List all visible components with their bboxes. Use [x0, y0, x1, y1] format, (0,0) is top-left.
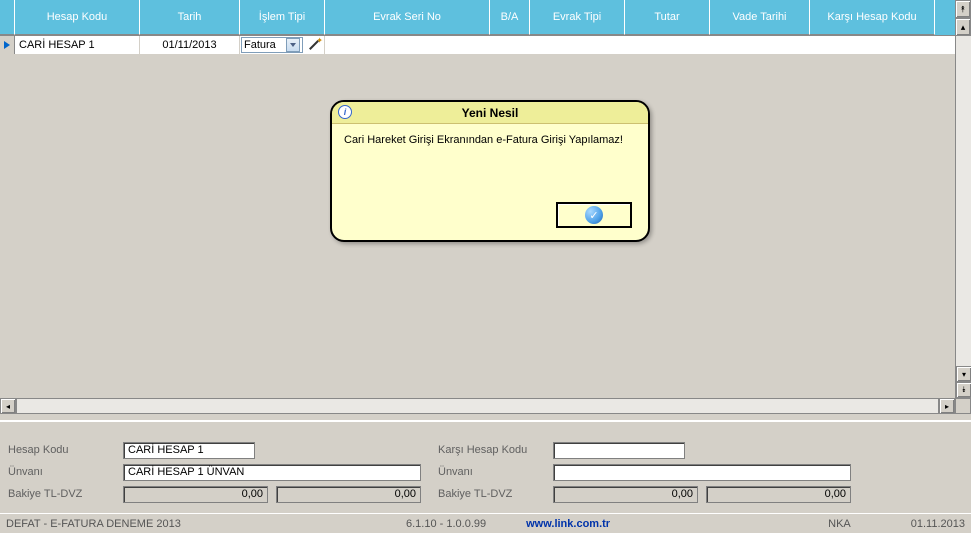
current-row-icon — [4, 41, 10, 49]
col-vade-tarihi[interactable]: Vade Tarihi — [710, 0, 810, 35]
cell-hesap-kodu[interactable]: CARİ HESAP 1 — [15, 36, 140, 54]
col-evrak-seri-no[interactable]: Evrak Seri No — [325, 0, 490, 35]
info-panel: Hesap Kodu CARİ HESAP 1 Ünvanı CARİ HESA… — [0, 420, 971, 510]
col-tutar[interactable]: Tutar — [625, 0, 710, 35]
field-unvani2[interactable] — [553, 464, 851, 481]
combo-dropdown-button[interactable] — [286, 38, 300, 52]
field-karsi-hesap-kodu[interactable] — [553, 442, 685, 459]
label-bakiye2: Bakiye TL-DVZ — [438, 488, 553, 500]
col-hesap-kodu[interactable]: Hesap Kodu — [15, 0, 140, 35]
status-version: 6.1.10 - 1.0.0.99 — [406, 518, 486, 530]
status-date: 01.11.2013 — [911, 518, 965, 530]
combo-value: Fatura — [244, 39, 276, 51]
field-bakiye2-dvz: 0,00 — [706, 486, 851, 503]
col-tarih[interactable]: Tarih — [140, 0, 240, 35]
dialog-title: Yeni Nesil — [462, 106, 519, 120]
scroll-right-button[interactable]: ▸ — [939, 398, 955, 414]
label-hesap-kodu: Hesap Kodu — [8, 444, 123, 456]
row-indicator — [0, 36, 15, 54]
field-bakiye-dvz: 0,00 — [276, 486, 421, 503]
row-selector-header — [0, 0, 15, 35]
col-ba[interactable]: B/A — [490, 0, 530, 35]
check-icon: ✓ — [585, 206, 603, 224]
label-unvani2: Ünvanı — [438, 466, 553, 478]
scroll-top-button[interactable]: ⯭ — [955, 0, 971, 18]
scroll-down-button[interactable]: ▾ — [956, 366, 971, 382]
table-row[interactable]: CARİ HESAP 1 01/11/2013 Fatura — [0, 36, 971, 54]
field-unvani[interactable]: CARİ HESAP 1 ÜNVAN — [123, 464, 421, 481]
col-islem-tipi[interactable]: İşlem Tipi — [240, 0, 325, 35]
field-bakiye-tl: 0,00 — [123, 486, 268, 503]
col-karsi-hesap-kodu[interactable]: Karşı Hesap Kodu — [810, 0, 935, 35]
scroll-track[interactable] — [956, 36, 971, 366]
scroll-bottom-button[interactable]: ⯯ — [956, 382, 971, 398]
status-bar: DEFAT - E-FATURA DENEME 2013 6.1.10 - 1.… — [0, 513, 971, 533]
horizontal-scrollbar[interactable]: ◂ ▸ — [0, 398, 971, 416]
col-evrak-tipi[interactable]: Evrak Tipi — [530, 0, 625, 35]
field-bakiye2-tl: 0,00 — [553, 486, 698, 503]
scroll-left-button[interactable]: ◂ — [0, 398, 16, 414]
vertical-scrollbar[interactable]: ▾ ⯯ — [955, 36, 971, 398]
chevron-down-icon — [290, 43, 296, 47]
dialog-message: Cari Hareket Girişi Ekranından e-Fatura … — [332, 124, 648, 156]
label-bakiye: Bakiye TL-DVZ — [8, 488, 123, 500]
field-hesap-kodu[interactable]: CARİ HESAP 1 — [123, 442, 255, 459]
grid-header: Hesap Kodu Tarih İşlem Tipi Evrak Seri N… — [0, 0, 971, 36]
status-user: NKA — [828, 518, 851, 530]
scroll-corner — [955, 398, 971, 414]
message-dialog: i Yeni Nesil Cari Hareket Girişi Ekranın… — [330, 100, 650, 242]
scroll-up-button[interactable]: ▴ — [955, 18, 971, 36]
islem-tipi-combo[interactable]: Fatura — [241, 37, 303, 53]
label-karsi-hesap-kodu: Karşı Hesap Kodu — [438, 444, 553, 456]
cell-islem-tipi[interactable]: Fatura — [240, 36, 325, 54]
wand-icon[interactable] — [307, 38, 321, 52]
cell-tarih[interactable]: 01/11/2013 — [140, 36, 240, 54]
ok-button[interactable]: ✓ — [556, 202, 632, 228]
info-icon: i — [338, 105, 352, 119]
label-unvani: Ünvanı — [8, 466, 123, 478]
hscroll-track[interactable] — [16, 398, 939, 414]
status-link[interactable]: www.link.com.tr — [526, 518, 610, 530]
dialog-titlebar: i Yeni Nesil — [332, 102, 648, 124]
status-title: DEFAT - E-FATURA DENEME 2013 — [6, 518, 366, 530]
